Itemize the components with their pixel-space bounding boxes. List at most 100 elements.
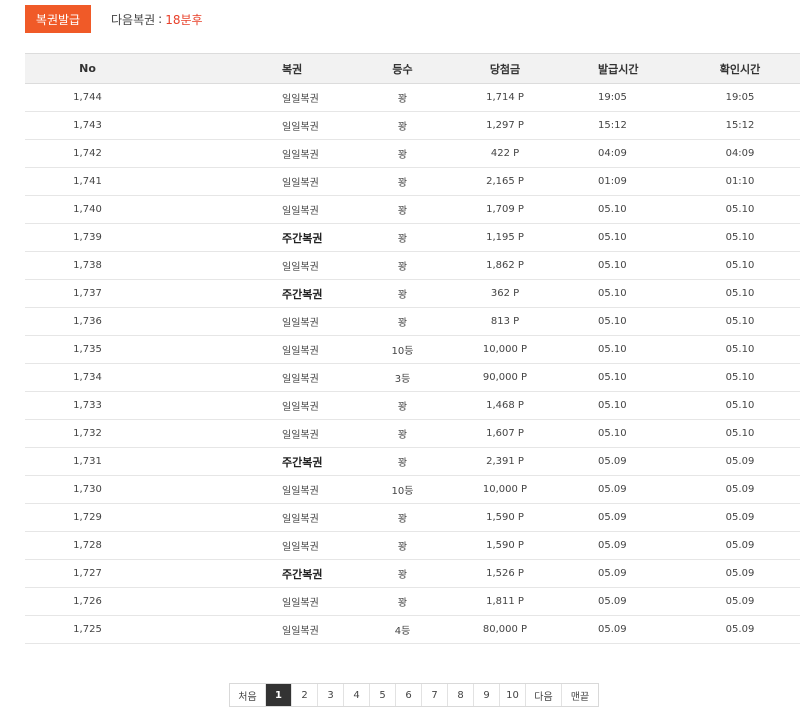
cell-rank: 꽝 [350,223,455,252]
cell-confirmed-time: 05.10 [680,419,800,448]
table-row: 1,743 일일복권 꽝 1,297 P 15:12 15:12 [25,111,800,140]
cell-type: 일일복권 [150,363,350,392]
cell-prize: 2,165 P [455,167,555,196]
cell-confirmed-time: 15:12 [680,111,800,140]
cell-issued-time: 05.10 [555,307,680,336]
cell-issued-time: 05.09 [555,559,680,588]
issue-lottery-button[interactable]: 복권발급 [25,5,91,33]
pagination: 처음 1 2 3 4 5 6 7 8 9 10 다음 맨끝 [229,683,599,707]
header-issued-time: 발급시간 [555,53,680,84]
page-4-button[interactable]: 4 [344,684,370,706]
header-rank: 등수 [350,53,455,84]
page-5-button[interactable]: 5 [370,684,396,706]
cell-no: 1,740 [25,195,150,224]
cell-confirmed-time: 05.10 [680,307,800,336]
cell-type: 일일복권 [150,475,350,504]
cell-type: 주간복권 [150,223,350,252]
cell-rank: 3등 [350,363,455,392]
cell-prize: 1,714 P [455,83,555,112]
page-first-button[interactable]: 처음 [230,684,266,706]
page-last-button[interactable]: 맨끝 [562,684,598,706]
cell-rank: 꽝 [350,391,455,420]
cell-confirmed-time: 05.09 [680,531,800,560]
table-row: 1,726 일일복권 꽝 1,811 P 05.09 05.09 [25,587,800,616]
cell-confirmed-time: 05.09 [680,447,800,476]
table-row: 1,728 일일복권 꽝 1,590 P 05.09 05.09 [25,531,800,560]
cell-prize: 362 P [455,279,555,308]
page-3-button[interactable]: 3 [318,684,344,706]
toolbar: 복권발급 다음복권 : 18분후 [25,5,203,33]
cell-prize: 1,811 P [455,587,555,616]
table-row: 1,733 일일복권 꽝 1,468 P 05.10 05.10 [25,391,800,420]
cell-issued-time: 05.09 [555,475,680,504]
cell-prize: 1,526 P [455,559,555,588]
cell-confirmed-time: 05.10 [680,251,800,280]
cell-confirmed-time: 05.09 [680,615,800,644]
cell-issued-time: 05.10 [555,391,680,420]
table-row: 1,740 일일복권 꽝 1,709 P 05.10 05.10 [25,195,800,224]
cell-rank: 꽝 [350,167,455,196]
table-row: 1,734 일일복권 3등 90,000 P 05.10 05.10 [25,363,800,392]
table-row: 1,727 주간복권 꽝 1,526 P 05.09 05.09 [25,559,800,588]
cell-rank: 꽝 [350,251,455,280]
cell-issued-time: 04:09 [555,139,680,168]
page-7-button[interactable]: 7 [422,684,448,706]
table-row: 1,731 주간복권 꽝 2,391 P 05.09 05.09 [25,447,800,476]
header-prize: 당첨금 [455,53,555,84]
cell-type: 주간복권 [150,279,350,308]
cell-type: 일일복권 [150,195,350,224]
cell-confirmed-time: 01:10 [680,167,800,196]
cell-prize: 422 P [455,139,555,168]
cell-rank: 꽝 [350,531,455,560]
cell-confirmed-time: 05.10 [680,223,800,252]
cell-rank: 꽝 [350,307,455,336]
table-row: 1,736 일일복권 꽝 813 P 05.10 05.10 [25,307,800,336]
cell-issued-time: 05.09 [555,503,680,532]
lottery-history-table: No 복권 등수 당첨금 발급시간 확인시간 1,744 일일복권 꽝 1,714 P… [25,53,800,644]
cell-confirmed-time: 04:09 [680,139,800,168]
cell-no: 1,735 [25,335,150,364]
cell-rank: 꽝 [350,195,455,224]
page-9-button[interactable]: 9 [474,684,500,706]
cell-no: 1,730 [25,475,150,504]
next-lottery-countdown: 18분후 [165,12,203,27]
table-row: 1,741 일일복권 꽝 2,165 P 01:09 01:10 [25,167,800,196]
cell-no: 1,736 [25,307,150,336]
cell-confirmed-time: 05.09 [680,475,800,504]
cell-rank: 꽝 [350,83,455,112]
cell-rank: 꽝 [350,447,455,476]
page-8-button[interactable]: 8 [448,684,474,706]
cell-prize: 90,000 P [455,363,555,392]
cell-rank: 꽝 [350,587,455,616]
page-6-button[interactable]: 6 [396,684,422,706]
cell-no: 1,727 [25,559,150,588]
page-10-button[interactable]: 10 [500,684,526,706]
cell-prize: 1,709 P [455,195,555,224]
cell-type: 일일복권 [150,139,350,168]
cell-prize: 10,000 P [455,335,555,364]
cell-prize: 813 P [455,307,555,336]
cell-prize: 1,468 P [455,391,555,420]
table-row: 1,742 일일복권 꽝 422 P 04:09 04:09 [25,139,800,168]
cell-issued-time: 05.09 [555,615,680,644]
cell-rank: 꽝 [350,111,455,140]
page-2-button[interactable]: 2 [292,684,318,706]
table-row: 1,730 일일복권 10등 10,000 P 05.09 05.09 [25,475,800,504]
table-header-row: No 복권 등수 당첨금 발급시간 확인시간 [25,53,800,84]
cell-prize: 1,590 P [455,503,555,532]
cell-confirmed-time: 05.09 [680,503,800,532]
cell-type: 일일복권 [150,615,350,644]
cell-issued-time: 05.09 [555,531,680,560]
table-row: 1,732 일일복권 꽝 1,607 P 05.10 05.10 [25,419,800,448]
cell-issued-time: 05.10 [555,279,680,308]
table-row: 1,735 일일복권 10등 10,000 P 05.10 05.10 [25,335,800,364]
page-1-button[interactable]: 1 [266,684,292,706]
cell-type: 일일복권 [150,251,350,280]
lottery-history-table-wrap: No 복권 등수 당첨금 발급시간 확인시간 1,744 일일복권 꽝 1,714 P… [25,53,800,644]
cell-rank: 꽝 [350,503,455,532]
cell-no: 1,728 [25,531,150,560]
cell-no: 1,732 [25,419,150,448]
page-next-button[interactable]: 다음 [526,684,562,706]
cell-confirmed-time: 05.10 [680,363,800,392]
cell-type: 일일복권 [150,531,350,560]
